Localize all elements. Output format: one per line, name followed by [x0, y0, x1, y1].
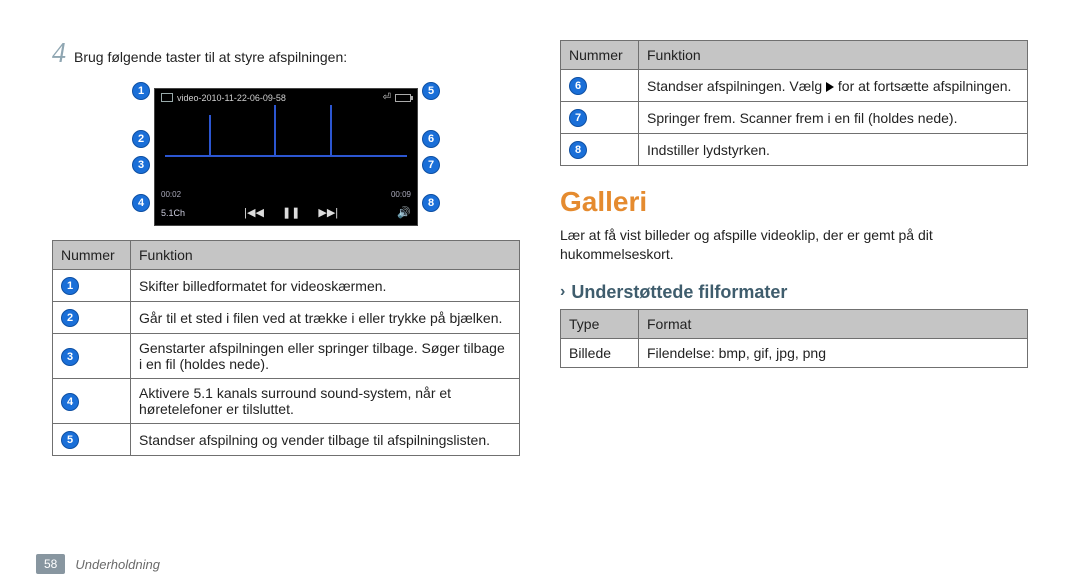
playback-table-1: Nummer Funktion 1 Skifter billedformatet… [52, 240, 520, 456]
prev-icon: |◀◀ [244, 206, 264, 219]
row-func: Indstiller lydstyrken. [639, 134, 1028, 166]
chevron-icon: › [560, 283, 565, 301]
playback-table-2: Nummer Funktion 6 Standser afspilningen.… [560, 40, 1028, 166]
row-func: Genstarter afspilningen eller springer t… [131, 334, 520, 379]
callout-4: 4 [132, 194, 150, 212]
callout-5: 5 [422, 82, 440, 100]
footer-section: Underholdning [75, 557, 160, 572]
video-filename: video-2010-11-22-06-09-58 [177, 93, 286, 103]
surround-label: 5.1Ch [161, 208, 185, 218]
table-row: 4 Aktivere 5.1 kanals surround sound-sys… [53, 379, 520, 424]
table-row: 7 Springer frem. Scanner frem i en fil (… [561, 102, 1028, 134]
row-func: Aktivere 5.1 kanals surround sound-syste… [131, 379, 520, 424]
table-row: 8 Indstiller lydstyrken. [561, 134, 1028, 166]
step-4-line: 4 Brug følgende taster til at styre afsp… [52, 40, 520, 68]
row-func: Standser afspilningen. Vælg for at forts… [639, 70, 1028, 102]
row-func: Standser afspilning og vender tilbage ti… [131, 424, 520, 456]
col-header-number: Nummer [561, 41, 639, 70]
row-badge: 2 [61, 309, 79, 327]
row-func: Går til et sted i filen ved at trække i … [131, 302, 520, 334]
time-elapsed: 00:02 [161, 190, 181, 199]
format-value: Filendelse: bmp, gif, jpg, png [639, 338, 1028, 367]
next-icon: ▶▶| [318, 206, 338, 219]
table-row: Billede Filendelse: bmp, gif, jpg, png [561, 338, 1028, 367]
row-badge: 3 [61, 348, 79, 366]
table-row: 1 Skifter billedformatet for videoskærme… [53, 270, 520, 302]
col-header-type: Type [561, 309, 639, 338]
play-triangle-icon [826, 82, 834, 92]
callout-1: 1 [132, 82, 150, 100]
return-icon: ⏎ [383, 92, 391, 103]
video-player-mock: 1 2 3 4 5 6 7 8 video-2010-11-22-06-09-5… [126, 76, 446, 226]
col-header-format: Format [639, 309, 1028, 338]
row-badge: 5 [61, 431, 79, 449]
callout-2: 2 [132, 130, 150, 148]
pause-icon: ❚❚ [282, 206, 300, 219]
time-total: 00:09 [391, 190, 411, 199]
row-func: Skifter billedformatet for videoskærmen. [131, 270, 520, 302]
supported-formats-heading: › Understøttede filformater [560, 282, 1028, 303]
row-badge: 8 [569, 141, 587, 159]
row-badge: 6 [569, 77, 587, 95]
page-number: 58 [36, 554, 65, 574]
video-screen: video-2010-11-22-06-09-58 ⏎ 00:02 00:09 [154, 88, 418, 226]
callout-7: 7 [422, 156, 440, 174]
aspect-icon [161, 93, 173, 102]
row-badge: 1 [61, 277, 79, 295]
callout-3: 3 [132, 156, 150, 174]
battery-icon [395, 94, 411, 102]
table-row: 5 Standser afspilning og vender tilbage … [53, 424, 520, 456]
row-func: Springer frem. Scanner frem i en fil (ho… [639, 102, 1028, 134]
step-text: Brug følgende taster til at styre afspil… [74, 49, 347, 65]
volume-icon: 🔊 [397, 206, 411, 219]
col-header-function: Funktion [639, 41, 1028, 70]
gallery-lead: Lær at få vist billeder og afspille vide… [560, 226, 1028, 264]
table-row: 6 Standser afspilningen. Vælg for at for… [561, 70, 1028, 102]
col-header-function: Funktion [131, 241, 520, 270]
formats-table: Type Format Billede Filendelse: bmp, gif… [560, 309, 1028, 368]
col-header-number: Nummer [53, 241, 131, 270]
callout-8: 8 [422, 194, 440, 212]
step-number: 4 [52, 40, 66, 68]
page-footer: 58 Underholdning [0, 554, 160, 574]
row-badge: 7 [569, 109, 587, 127]
table-row: 2 Går til et sted i filen ved at trække … [53, 302, 520, 334]
callout-6: 6 [422, 130, 440, 148]
format-type: Billede [561, 338, 639, 367]
gallery-heading: Galleri [560, 186, 1028, 218]
row-badge: 4 [61, 393, 79, 411]
table-row: 3 Genstarter afspilningen eller springer… [53, 334, 520, 379]
